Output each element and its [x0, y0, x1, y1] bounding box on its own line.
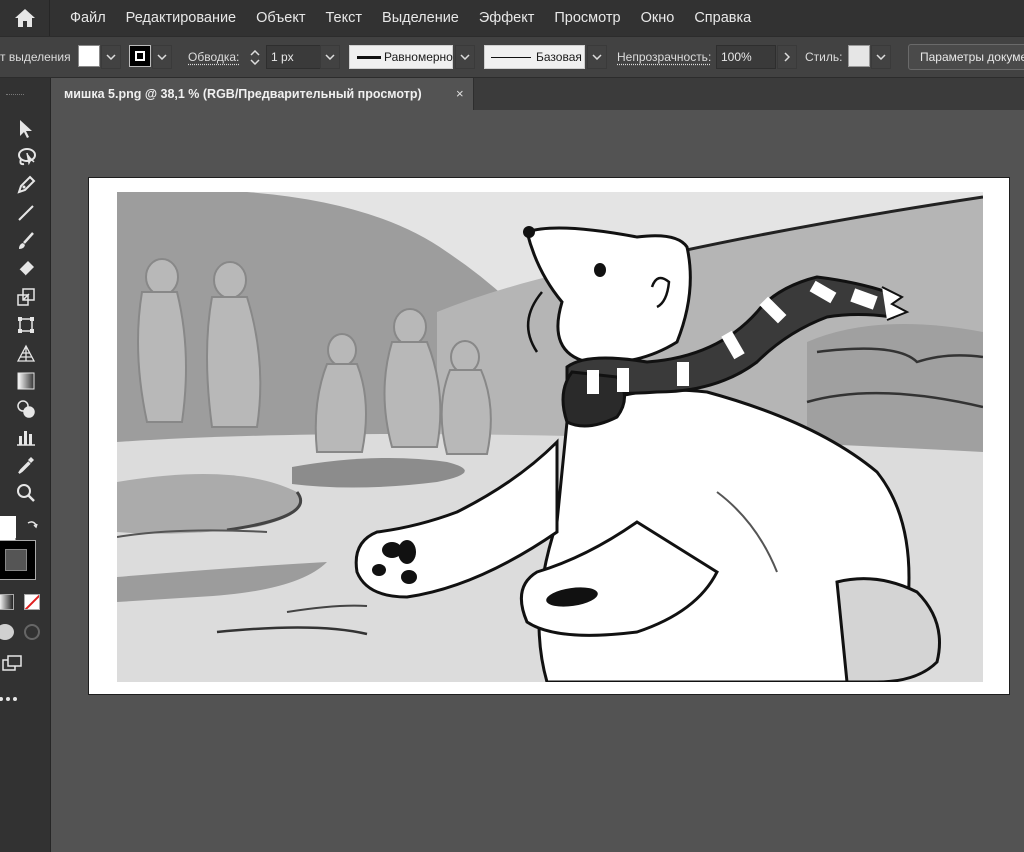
menu-help[interactable]: Справка [684, 0, 761, 36]
home-icon [14, 9, 35, 27]
menu-view[interactable]: Просмотр [544, 0, 630, 36]
stroke-swatch[interactable] [129, 45, 151, 67]
selection-tool[interactable] [12, 116, 40, 142]
opacity-expand[interactable] [777, 45, 797, 69]
draw-normal-mode[interactable] [0, 624, 14, 640]
eraser-tool-icon [18, 261, 34, 277]
stroke-label[interactable]: Обводка: [188, 45, 239, 69]
opacity-label[interactable]: Непрозрачность: [617, 45, 711, 69]
placed-image[interactable] [117, 192, 983, 682]
zoom-tool[interactable] [12, 480, 40, 506]
stroke-weight-dropdown[interactable] [320, 45, 340, 69]
panel-grip[interactable] [6, 94, 24, 96]
brush-tool[interactable] [12, 228, 40, 254]
chevron-up-icon [250, 49, 260, 56]
free-transform-tool-icon [18, 317, 34, 333]
stroke-color-box[interactable] [0, 540, 36, 580]
brush-definition[interactable]: Базовая [484, 45, 585, 69]
profile-line-preview [357, 56, 381, 59]
profile-dropdown[interactable] [455, 45, 475, 69]
graph-tool-icon [17, 431, 35, 446]
swap-colors-button[interactable] [22, 516, 42, 536]
menu-object[interactable]: Объект [246, 0, 315, 36]
screen-mode-icon [2, 655, 22, 671]
stroke-dropdown[interactable] [152, 45, 172, 69]
gradient-tool[interactable] [12, 368, 40, 394]
eyedropper-tool[interactable] [12, 452, 40, 478]
stroke-color-inner [5, 549, 27, 571]
line-tool-icon [18, 205, 34, 221]
stroke-swatch-inner [135, 51, 145, 61]
menu-type[interactable]: Текст [316, 0, 373, 36]
stroke-weight-stepper[interactable] [246, 45, 264, 69]
chevron-down-icon [250, 58, 260, 65]
free-transform-tool[interactable] [12, 312, 40, 338]
chevron-down-icon [106, 54, 116, 60]
menu-select[interactable]: Выделение [372, 0, 469, 36]
menu-window[interactable]: Окно [631, 0, 685, 36]
menu-file[interactable]: Файл [60, 0, 116, 36]
control-bar: т выделения Обводка: 1 px Равномерно Баз… [0, 36, 1024, 78]
brush-line-preview [491, 57, 531, 58]
eyedropper-tool-icon [18, 457, 34, 474]
fill-color-front[interactable] [0, 516, 16, 538]
more-tools-icon [0, 697, 17, 701]
brush-dropdown[interactable] [587, 45, 607, 69]
fill-dropdown[interactable] [101, 45, 121, 69]
none-slash [25, 595, 39, 609]
document-tab[interactable]: мишка 5.png @ 38,1 % (RGB/Предварительны… [52, 78, 474, 110]
artboard[interactable] [88, 177, 1010, 695]
menu-edit[interactable]: Редактирование [116, 0, 246, 36]
brush-tool-icon [19, 232, 34, 249]
polar-bear-illustration [117, 192, 983, 682]
lasso-tool[interactable] [12, 144, 40, 170]
menu-bar: Файл Редактирование Объект Текст Выделен… [0, 0, 1024, 36]
menu-items: Файл Редактирование Объект Текст Выделен… [60, 0, 761, 36]
shape-builder-tool[interactable] [12, 396, 40, 422]
graph-tool[interactable] [12, 424, 40, 450]
close-icon[interactable]: × [456, 78, 464, 110]
pen-tool-icon [17, 175, 36, 194]
style-dropdown[interactable] [871, 45, 891, 69]
shape-builder-icon [17, 400, 35, 418]
gradient-tool-icon [17, 372, 35, 390]
draw-behind-mode[interactable] [24, 624, 40, 640]
chevron-down-icon [460, 54, 470, 60]
home-button[interactable] [0, 0, 50, 36]
pen-tool[interactable] [12, 172, 40, 198]
screen-mode-button[interactable] [0, 650, 24, 676]
style-label: Стиль: [805, 50, 843, 64]
profile-label: Равномерно [384, 50, 453, 64]
chevron-down-icon [325, 54, 335, 60]
fill-swatch[interactable] [78, 45, 100, 67]
zoom-tool-icon [17, 484, 35, 502]
opacity-input[interactable]: 100% [716, 45, 776, 69]
style-swatch[interactable] [848, 45, 870, 67]
more-tools-button[interactable] [0, 686, 20, 712]
stroke-weight-input[interactable]: 1 px [266, 45, 322, 69]
selection-tool-icon [20, 120, 32, 138]
none-swatch[interactable] [24, 594, 40, 610]
lasso-tool-icon [18, 148, 36, 166]
perspective-grid-tool[interactable] [12, 340, 40, 366]
gradient-swatch[interactable] [0, 594, 14, 610]
eraser-tool[interactable] [12, 256, 40, 282]
tools-panel [0, 78, 51, 852]
document-settings-button[interactable]: Параметры документа [908, 44, 1024, 70]
perspective-grid-icon [16, 344, 36, 362]
chevron-right-icon [784, 52, 790, 62]
chevron-down-icon [592, 54, 602, 60]
scale-tool[interactable] [12, 284, 40, 310]
variable-width-profile[interactable]: Равномерно [349, 45, 453, 69]
swap-colors-icon [27, 521, 38, 529]
brush-label: Базовая [536, 50, 582, 64]
line-tool[interactable] [12, 200, 40, 226]
menu-effect[interactable]: Эффект [469, 0, 545, 36]
selection-label: т выделения [0, 50, 71, 64]
scale-tool-icon [17, 288, 35, 306]
chevron-down-icon [157, 54, 167, 60]
document-tab-title: мишка 5.png @ 38,1 % (RGB/Предварительны… [64, 87, 422, 101]
chevron-down-icon [876, 54, 886, 60]
